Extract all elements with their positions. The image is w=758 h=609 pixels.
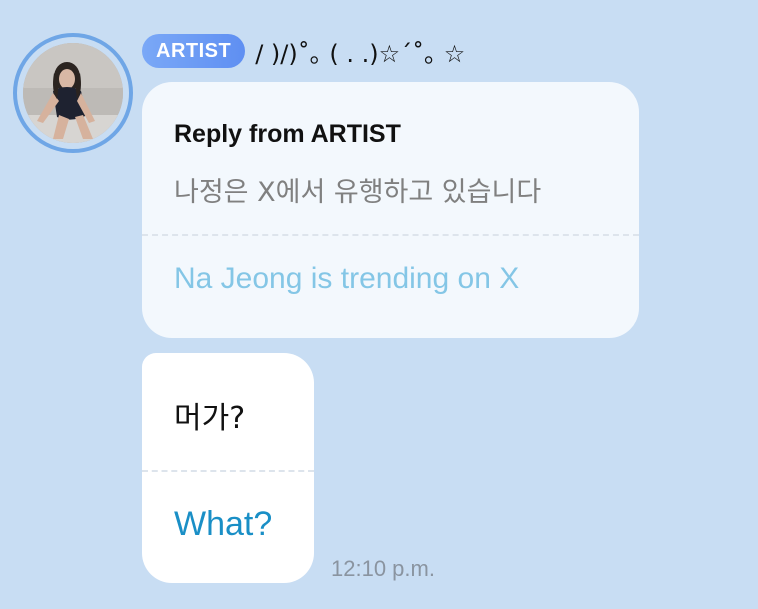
reply-divider [142,234,639,236]
artist-name: / )/)˚｡ ( . .)☆ˊ˚｡ ☆ [255,39,466,68]
reply-bubble[interactable]: Reply from ARTIST 나정은 X에서 유행하고 있습니다 Na J… [142,82,639,338]
message-translation: What? [174,505,273,543]
message-divider [142,470,314,472]
message-bubble[interactable]: 머가? What? [142,353,314,583]
reply-translation: Na Jeong is trending on X [174,262,520,295]
avatar-ring[interactable] [13,33,133,153]
artist-badge: ARTIST [142,34,246,68]
message-timestamp: 12:10 p.m. [331,556,435,581]
avatar-photo [23,43,123,143]
message-original-text: 머가? [174,401,246,436]
avatar[interactable] [23,43,123,143]
message-header: ARTIST / )/)˚｡ ( . .)☆ˊ˚｡ ☆ [142,32,465,70]
reply-original-text: 나정은 X에서 유행하고 있습니다 [174,177,542,208]
reply-title: Reply from ARTIST [174,120,401,148]
